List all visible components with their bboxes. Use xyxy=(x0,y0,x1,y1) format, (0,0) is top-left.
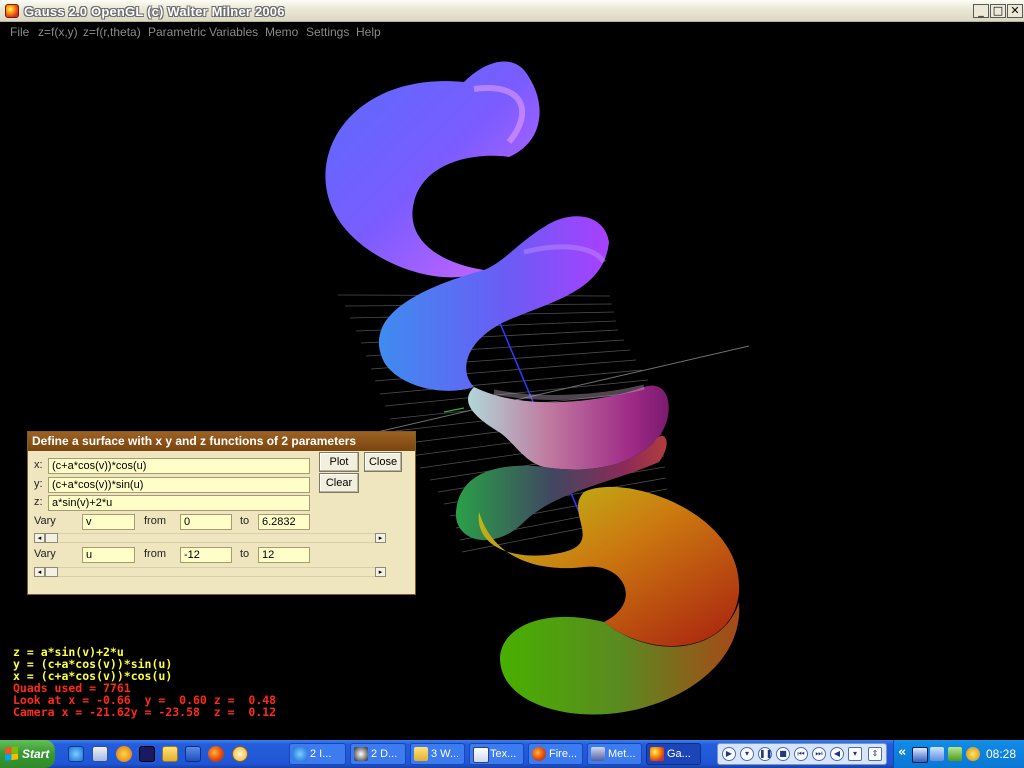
y-label: y: xyxy=(34,478,43,490)
app-icon xyxy=(354,747,368,761)
network-2-icon[interactable] xyxy=(930,747,944,761)
close-button[interactable]: ✕ xyxy=(1007,4,1023,18)
plot-button[interactable]: Plot xyxy=(319,452,359,472)
internet-explorer-icon[interactable] xyxy=(68,746,84,762)
vary-u-label: Vary xyxy=(34,548,56,560)
textpad-icon xyxy=(473,747,489,763)
vary-v-to-label: to xyxy=(240,515,250,527)
vary-v-slider[interactable]: ◂ ▸ xyxy=(34,533,386,543)
taskbar: Start 2 I... 2 D... 3 W... Tex... Fire..… xyxy=(0,740,1024,768)
info-panel: z = a*sin(v)+2*u y = (c+a*cos(v))*sin(u) x… xyxy=(13,646,276,718)
hardware-icon[interactable] xyxy=(948,747,962,761)
vary-u-to-label: to xyxy=(240,548,250,560)
menu-zfxy[interactable]: z=f(x,y) xyxy=(38,25,78,39)
stop-icon[interactable]: ■ xyxy=(776,747,790,761)
pause-icon[interactable]: ❚❚ xyxy=(758,747,772,761)
vary-u-from-label: from xyxy=(144,548,166,560)
system-tray: « 08:28 xyxy=(893,740,1024,768)
info-camera: Camera x = -21.62y = -23.58 z = 0.12 xyxy=(13,705,277,719)
menu-help[interactable]: Help xyxy=(356,25,381,39)
menu-zfrtheta[interactable]: z=f(r,theta) xyxy=(83,25,141,39)
media-logo-icon[interactable]: ▶ xyxy=(722,747,736,761)
dialog-title[interactable]: Define a surface with x y and z function… xyxy=(28,432,415,451)
task-button-4[interactable]: Tex... xyxy=(469,743,524,765)
firefox-icon[interactable] xyxy=(208,746,224,762)
word-icon[interactable] xyxy=(185,746,201,762)
minimize-button[interactable]: _ xyxy=(973,4,989,18)
folder-icon xyxy=(414,747,428,761)
task-button-6[interactable]: Met... xyxy=(587,743,642,765)
windows-logo-icon xyxy=(5,746,18,761)
maximize-button[interactable]: □ xyxy=(990,4,1006,18)
volume-menu-icon[interactable]: ▾ xyxy=(848,747,862,761)
menu-file[interactable]: File xyxy=(10,25,29,39)
vary-v-var-field[interactable]: v xyxy=(82,514,135,530)
metapad-icon xyxy=(591,747,605,761)
next-icon[interactable]: ⏭ xyxy=(812,747,826,761)
scroll-left-icon[interactable]: ◂ xyxy=(34,567,45,577)
volume-icon[interactable]: ◀ xyxy=(830,747,844,761)
vary-u-slider[interactable]: ◂ ▸ xyxy=(34,567,386,577)
slider-thumb[interactable] xyxy=(45,567,58,577)
scroll-left-icon[interactable]: ◂ xyxy=(34,533,45,543)
gl-viewport[interactable] xyxy=(4,42,1020,740)
y-expression-field[interactable]: (c+a*cos(v))*sin(u) xyxy=(48,477,310,493)
media-player-icon[interactable] xyxy=(116,746,132,762)
vary-v-label: Vary xyxy=(34,515,56,527)
task-button-gauss[interactable]: Ga... xyxy=(646,743,701,765)
vary-u-var-field[interactable]: u xyxy=(82,547,135,563)
vary-v-to-field[interactable]: 6.2832 xyxy=(258,514,310,530)
vary-v-from-label: from xyxy=(144,515,166,527)
menu-variables[interactable]: Variables xyxy=(209,25,258,39)
scroll-right-icon[interactable]: ▸ xyxy=(375,533,386,543)
task-button-2[interactable]: 2 D... xyxy=(350,743,406,765)
z-label: z: xyxy=(34,496,43,508)
surface-render xyxy=(325,61,750,715)
helix-surface xyxy=(325,61,740,715)
menu-memo[interactable]: Memo xyxy=(265,25,298,39)
media-player-toolbar: ▶ ▾ ❚❚ ■ ⏮ ⏭ ◀ ▾ ⇕ xyxy=(717,743,887,765)
clock[interactable]: 08:28 xyxy=(986,747,1016,761)
show-desktop-icon[interactable] xyxy=(92,746,108,762)
scroll-right-icon[interactable]: ▸ xyxy=(375,567,386,577)
app-icon[interactable] xyxy=(5,4,19,18)
vary-v-from-field[interactable]: 0 xyxy=(180,514,232,530)
start-label: Start xyxy=(22,747,50,761)
bbc-icon[interactable] xyxy=(139,746,155,762)
vary-u-to-field[interactable]: 12 xyxy=(258,547,310,563)
title-bar[interactable]: Gauss 2.0 OpenGL (c) Walter Milner 2006 … xyxy=(0,0,1024,22)
security-icon[interactable] xyxy=(966,747,980,761)
firefox-icon xyxy=(532,747,546,761)
media-menu-icon[interactable]: ▾ xyxy=(740,747,754,761)
menu-bar: File z=f(x,y) z=f(r,theta) Parametric Va… xyxy=(0,22,1024,42)
menu-parametric[interactable]: Parametric xyxy=(148,25,206,39)
ie-icon xyxy=(293,747,307,761)
menu-settings[interactable]: Settings xyxy=(306,25,349,39)
x-label: x: xyxy=(34,459,43,471)
window-title: Gauss 2.0 OpenGL (c) Walter Milner 2006 xyxy=(24,4,285,19)
tray-expand-icon[interactable]: « xyxy=(898,745,906,760)
task-button-1[interactable]: 2 I... xyxy=(289,743,346,765)
folder-icon[interactable] xyxy=(162,746,178,762)
parametric-dialog: Define a surface with x y and z function… xyxy=(27,431,416,595)
vary-u-from-field[interactable]: -12 xyxy=(180,547,232,563)
gauss-icon xyxy=(650,747,664,761)
clear-button[interactable]: Clear xyxy=(319,473,359,493)
restore-player-icon[interactable]: ⇕ xyxy=(868,747,882,761)
task-button-3[interactable]: 3 W... xyxy=(410,743,465,765)
close-dialog-button[interactable]: Close xyxy=(364,452,402,472)
start-button[interactable]: Start xyxy=(0,740,55,768)
slider-thumb[interactable] xyxy=(45,533,58,543)
clock-app-icon[interactable] xyxy=(232,746,248,762)
previous-icon[interactable]: ⏮ xyxy=(794,747,808,761)
network-icon[interactable] xyxy=(912,747,928,763)
task-button-5[interactable]: Fire... xyxy=(528,743,583,765)
x-expression-field[interactable]: (c+a*cos(v))*cos(u) xyxy=(48,458,310,474)
z-expression-field[interactable]: a*sin(v)+2*u xyxy=(48,495,310,511)
